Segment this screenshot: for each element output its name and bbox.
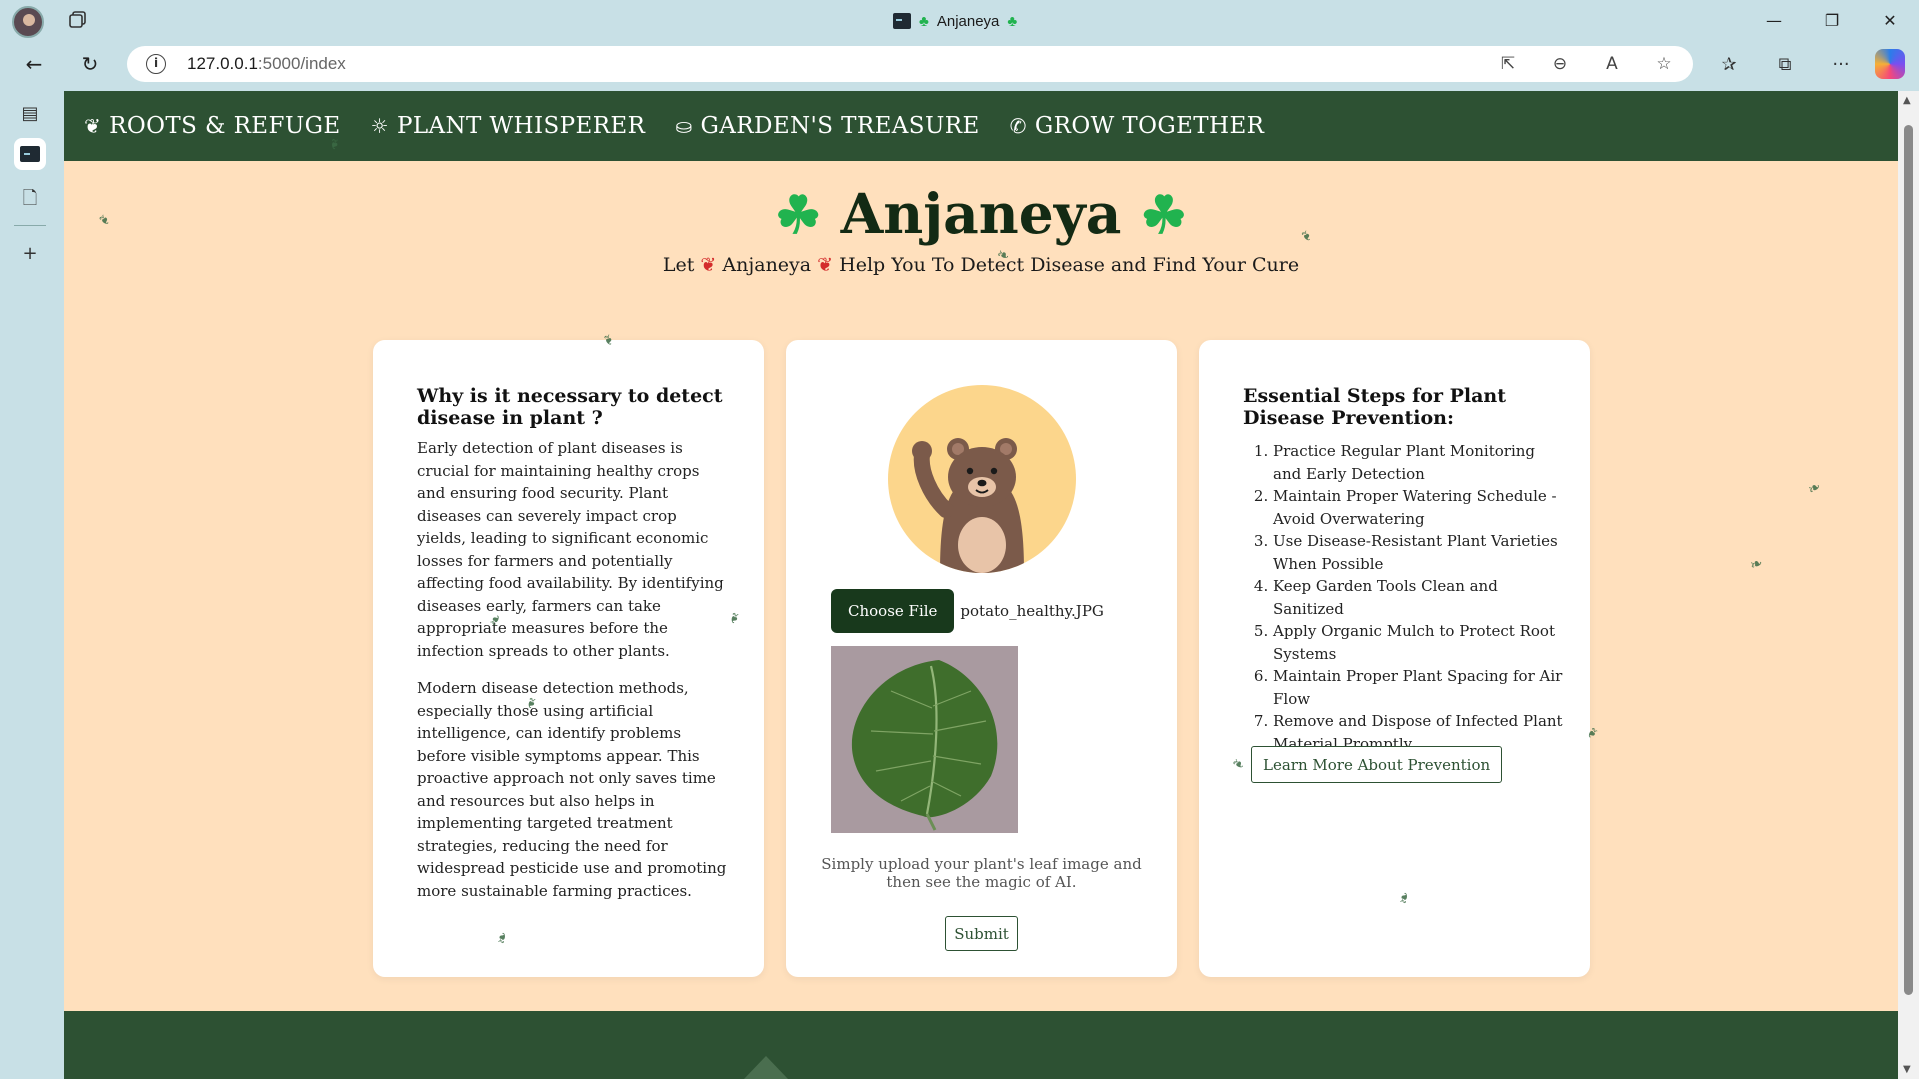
clover-icon: ☘ xyxy=(774,185,822,246)
more-options-icon[interactable]: ··· xyxy=(1819,49,1863,79)
page-scrollbar[interactable]: ▲ ▼ xyxy=(1898,91,1919,1079)
phone-icon: ✆ xyxy=(1009,114,1027,138)
card-heading: Essential Steps for Plant Disease Preven… xyxy=(1243,385,1506,429)
tab-title: Anjaneya xyxy=(936,12,1000,30)
title-text: Anjaneya xyxy=(840,181,1122,246)
zoom-out-icon[interactable]: ⊖ xyxy=(1543,52,1577,76)
list-item: Use Disease-Resistant Plant Varieties Wh… xyxy=(1273,530,1563,575)
nav-plant-whisperer[interactable]: ☼ PLANT WHISPERER xyxy=(371,113,646,139)
refresh-icon[interactable]: ↻ xyxy=(75,49,105,79)
read-aloud-icon[interactable]: A xyxy=(1595,52,1629,76)
selected-file-name: potato_healthy.JPG xyxy=(960,602,1104,620)
prevention-steps-list: Practice Regular Plant Monitoring and Ea… xyxy=(1243,440,1563,755)
floating-leaf-icon: ❧ xyxy=(1747,553,1766,575)
upload-hint: Simply upload your plant's leaf image an… xyxy=(821,855,1142,891)
site-navigation: ❦ ROOTS & REFUGE ☼ PLANT WHISPERER ⛀ GARDEN… xyxy=(64,91,1898,161)
list-item: Apply Organic Mulch to Protect Root Syst… xyxy=(1273,620,1563,665)
nav-label: ROOTS & REFUGE xyxy=(109,113,341,139)
vertical-tabs-sidebar: ▤ 🗋 + xyxy=(0,87,64,1079)
leaf-icon: ❦ xyxy=(84,114,102,138)
nav-gardens-treasure[interactable]: ⛀ GARDEN'S TREASURE xyxy=(675,113,979,139)
page-viewport: ❦ ROOTS & REFUGE ☼ PLANT WHISPERER ⛀ GARDEN… xyxy=(64,91,1898,1079)
page-subtitle: Let ❦ Anjaneya ❦ Help You To Detect Dise… xyxy=(64,254,1898,276)
browser-toolbar: ← ↻ i 127.0.0.1:5000/index ⇱ ⊖ A ☆ ✰ ⧉ ·… xyxy=(0,41,1919,87)
page-title: ☘ Anjaneya ☘ xyxy=(64,181,1898,246)
learn-more-button[interactable]: Learn More About Prevention xyxy=(1251,746,1503,783)
active-tab-terminal-icon[interactable] xyxy=(14,138,46,170)
scroll-down-icon[interactable]: ▼ xyxy=(1903,1064,1911,1075)
clover-icon: ♣ xyxy=(919,12,929,30)
file-upload-row: Choose File potato_healthy.JPG xyxy=(831,589,1104,633)
favorites-icon[interactable]: ✰ xyxy=(1707,49,1751,79)
nav-roots-refuge[interactable]: ❦ ROOTS & REFUGE xyxy=(84,113,341,139)
active-tab[interactable]: ♣ Anjaneya ♣ xyxy=(893,9,1017,33)
collections-icon[interactable]: ⧉ xyxy=(1763,49,1807,79)
site-footer xyxy=(64,1011,1898,1079)
info-card: Why is it necessary to detect disease in… xyxy=(373,340,764,977)
card-paragraph: Modern disease detection methods, especi… xyxy=(417,679,727,900)
clover-icon: ☘ xyxy=(1140,185,1188,246)
copilot-icon[interactable] xyxy=(1875,49,1905,79)
prevention-card: Essential Steps for Plant Disease Preven… xyxy=(1199,340,1590,977)
floating-leaf-icon: ❧ xyxy=(325,137,344,151)
floating-leaf-icon: ❧ xyxy=(1804,477,1825,499)
list-item: Maintain Proper Watering Schedule - Avoi… xyxy=(1273,485,1563,530)
list-item: Maintain Proper Plant Spacing for Air Fl… xyxy=(1273,665,1563,710)
bag-icon: ⛀ xyxy=(675,114,693,138)
nav-label: GROW TOGETHER xyxy=(1034,113,1265,139)
footer-decoration xyxy=(744,1056,788,1079)
upload-card: Choose File potato_healthy.JPG Simply up… xyxy=(786,340,1177,977)
bear-mascot-image xyxy=(888,385,1076,573)
submit-button[interactable]: Submit xyxy=(945,916,1018,951)
nav-grow-together[interactable]: ✆ GROW TOGETHER xyxy=(1010,113,1265,139)
close-window-button[interactable]: ✕ xyxy=(1861,0,1919,41)
lightbulb-icon: ☼ xyxy=(370,114,389,138)
nav-label: PLANT WHISPERER xyxy=(396,113,646,139)
site-info-icon[interactable]: i xyxy=(146,54,166,74)
back-icon[interactable]: ← xyxy=(19,49,49,79)
new-tab-icon[interactable]: + xyxy=(14,237,46,269)
minimize-button[interactable]: — xyxy=(1745,0,1803,41)
document-tab-icon[interactable]: 🗋 xyxy=(14,185,46,217)
terminal-favicon-icon xyxy=(893,13,911,29)
subtitle-let: Let xyxy=(662,254,695,276)
tab-panel-icon[interactable]: ▤ xyxy=(14,97,46,129)
url-text[interactable]: 127.0.0.1:5000/index xyxy=(187,54,346,74)
profile-avatar[interactable] xyxy=(12,6,44,38)
maple-leaf-icon: ❦ xyxy=(700,254,717,276)
subtitle-name: Anjaneya xyxy=(722,254,812,276)
choose-file-button[interactable]: Choose File xyxy=(831,589,955,633)
sidebar-divider xyxy=(14,225,46,226)
subtitle-rest: Help You To Detect Disease and Find Your… xyxy=(839,254,1300,276)
restore-button[interactable]: ❐ xyxy=(1803,0,1861,41)
tab-actions-icon[interactable] xyxy=(68,10,88,30)
card-heading: Why is it necessary to detect disease in… xyxy=(417,385,723,429)
address-bar[interactable]: i 127.0.0.1:5000/index ⇱ ⊖ A ☆ xyxy=(127,46,1693,82)
favorite-star-icon[interactable]: ☆ xyxy=(1647,52,1681,76)
open-in-app-icon[interactable]: ⇱ xyxy=(1491,52,1525,76)
browser-titlebar: ♣ Anjaneya ♣ — ❐ ✕ xyxy=(0,0,1919,41)
leaf-preview-image xyxy=(831,646,1018,833)
scroll-up-icon[interactable]: ▲ xyxy=(1903,95,1911,106)
nav-label: GARDEN'S TREASURE xyxy=(700,113,980,139)
maple-leaf-icon: ❦ xyxy=(817,254,834,276)
url-path: :5000/index xyxy=(257,54,346,73)
list-item: Keep Garden Tools Clean and Sanitized xyxy=(1273,575,1563,620)
card-paragraph: Early detection of plant diseases is cru… xyxy=(417,439,724,660)
clover-icon: ♣ xyxy=(1007,12,1018,30)
list-item: Practice Regular Plant Monitoring and Ea… xyxy=(1273,440,1563,485)
scrollbar-thumb[interactable] xyxy=(1904,125,1913,995)
url-host: 127.0.0.1 xyxy=(187,54,258,73)
